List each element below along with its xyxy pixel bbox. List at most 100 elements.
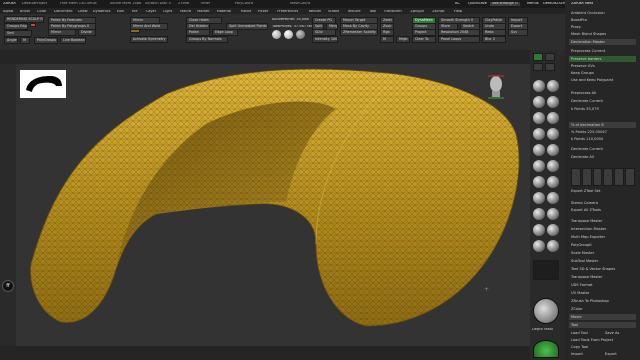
palette-item-uds-format[interactable]: UDS Format [569,282,636,288]
palette-item-preprocess-current[interactable]: Preprocess Current [569,48,636,54]
save-as-button[interactable]: Save As [603,330,635,336]
menu-render[interactable]: Render [309,10,322,14]
menu-transform[interactable]: Transform [384,10,402,14]
brush-extra2-icon[interactable] [547,208,559,220]
menu-preferences[interactable]: Preferences [277,10,298,14]
res-btn[interactable] [614,168,625,186]
palette-item-percent-points[interactable]: % Points 225,00047 [569,129,636,135]
brush-extra5-icon[interactable] [533,240,545,252]
zoom-sphere[interactable] [533,340,559,358]
palette-item-transpose-master-a[interactable]: Transpose Master [569,218,636,224]
palette-tool-header[interactable]: Tool [569,322,636,328]
brush-claybuildup-icon[interactable] [533,96,545,108]
palette-item-boostpro[interactable]: BoostPro [569,17,636,23]
menus-toggle[interactable]: Menus [527,2,539,6]
rotate-gizmo-icon[interactable] [533,63,543,71]
palette-item-decimate-all[interactable]: Decimate All [569,154,636,160]
suv-button[interactable]: Suv [508,29,528,37]
blur-slider[interactable]: Blur 2 [482,36,506,44]
palette-item-percent-decimation[interactable]: % of decimation 8 [569,122,636,128]
palette-item-zbrush-to-photoshop[interactable]: ZBrush To Photoshop [569,298,636,304]
brush-zmodeler-icon[interactable] [547,160,559,172]
brush-extra4-icon[interactable] [547,224,559,236]
menu-light[interactable]: Light [163,10,172,14]
palette-item-transpose-master[interactable]: Transpose Master [569,274,636,280]
menu-tool[interactable]: Tool [369,10,376,14]
menu-material[interactable]: Material [217,10,232,14]
palette-item-mesh-blend[interactable]: Mesh Blend Shapes [569,31,636,37]
brush-trimdynamic-icon[interactable] [547,128,559,140]
navigation-icon[interactable]: ff [2,280,14,292]
groups-by-normals-button[interactable]: Groups By Normals [186,36,228,44]
zremesher-button[interactable]: ZRemesher Solidify [340,29,378,37]
brush-extra1-icon[interactable] [533,208,545,220]
palette-item-decimate-current[interactable]: Decimate Current [569,98,636,104]
brush-pinch-icon[interactable] [533,128,545,140]
frame-icon[interactable] [545,63,555,71]
brush-curvetube-icon[interactable] [547,176,559,188]
menu-edit[interactable]: Edit [117,10,124,14]
palette-item-preprocess-all[interactable]: Preprocess All [569,90,636,96]
palette-item-multi-map-exporter[interactable]: Multi Map Exporter [569,234,636,240]
menu-texture[interactable]: Texture [347,10,360,14]
sym-x-toggle[interactable] [130,29,140,33]
palette-item-polygroupit[interactable]: PolyGroupIt [569,242,636,248]
m-toggle[interactable]: M [20,37,30,45]
polygroups-button[interactable]: PolyGroups [34,37,58,45]
palette-item-intersection-masker[interactable]: Intersection Masker [569,226,636,232]
palette-item-subtool-master[interactable]: SubTool Master [569,258,636,264]
ac-label[interactable]: AC [455,2,460,6]
palette-item-export-all-ztools[interactable]: Export All ZTools [569,207,636,213]
m-button[interactable]: M [380,36,394,44]
menu-color[interactable]: Color [37,10,46,14]
palette-item-uv-master[interactable]: UV Master [569,290,636,296]
menu-marker[interactable]: Marker [197,10,209,14]
palette-item-export-ztool-set[interactable]: Export ZTool Set [569,188,636,194]
menu-macro[interactable]: Macro [180,10,191,14]
menu-help[interactable]: Help [454,10,462,14]
menu-stroke[interactable]: Stroke [328,10,339,14]
brush-slash3-icon[interactable] [533,176,545,188]
panel-loops-button[interactable]: Panel Loops [438,36,480,44]
menu-alpha[interactable]: Alpha [3,10,13,14]
palette-item-k-points[interactable]: k Points 35,079 [569,106,636,112]
brush-extra3-icon[interactable] [533,224,545,236]
load-tools-from-project-button[interactable]: Load Tools From Project [569,337,636,343]
brush-movetopo-icon[interactable] [533,160,545,172]
menu-zplugin[interactable]: Zplugin [410,10,424,14]
navigation-gizmo-icon[interactable] [484,72,508,102]
live-boolean-button[interactable]: Live Boolean [60,37,86,45]
alpha-thumbnail[interactable] [20,70,66,98]
palette-item-stereo-camera[interactable]: Stereo Camera [569,200,636,206]
export-tool-button[interactable]: Export [603,351,635,357]
res-btn[interactable] [592,168,603,186]
menu-layer[interactable]: Layer [146,10,156,14]
load-tool-button[interactable]: Load Tool [569,330,601,336]
brush-smooth-icon[interactable] [547,144,559,156]
res-btn[interactable] [625,168,635,186]
split-unmasked-button[interactable]: Split Unmasked Points [226,23,268,31]
sculpt-mesh[interactable]: + [16,64,530,346]
depth-mask-sphere[interactable] [533,298,559,324]
menu-file[interactable]: File [132,10,138,14]
brush-standard-icon[interactable] [533,80,545,92]
palette-item-preserve-borders[interactable]: Preserve borders [569,56,636,62]
palette-item-zcolor[interactable]: ZColor [569,306,636,312]
menu-dynamics[interactable]: Dynamics [93,10,111,14]
material-sphere-2[interactable] [284,30,293,39]
intensity-slider[interactable]: Intensity 100 [312,36,338,44]
brush-snakehook-icon[interactable] [533,144,545,156]
menu-movie[interactable]: Movie [241,10,252,14]
menu-picker[interactable]: Picker [258,10,269,14]
palette-item-text3d[interactable]: Text 3D & Vector Shapes [569,266,636,272]
canvas-viewport[interactable]: + [16,64,530,346]
palette-movie-header[interactable]: Movie [569,314,636,320]
palette-item-proxy[interactable]: Proxy [569,24,636,30]
copy-tool-button[interactable]: Copy Tool [569,344,601,350]
brush-damstandard-icon[interactable] [547,96,559,108]
palette-item-scale-master[interactable]: Scale Master [569,250,636,256]
mirror-button[interactable]: Mirror [48,29,76,37]
see-through-slider[interactable]: See-through 0 [490,2,520,6]
move-gizmo-icon[interactable] [533,53,543,61]
brush-orbcracks-icon[interactable] [533,192,545,204]
